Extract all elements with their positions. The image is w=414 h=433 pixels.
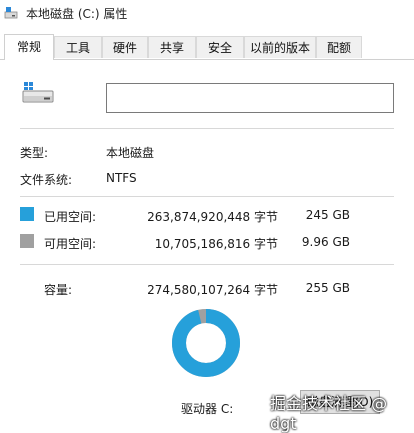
- type-label: 类型:: [20, 146, 49, 160]
- free-space-swatch: [20, 234, 34, 248]
- used-space-bytes: 263,874,920,448 字节: [147, 210, 278, 224]
- usage-used-arc: [172, 309, 240, 377]
- filesystem-value: NTFS: [106, 171, 137, 185]
- filesystem-label: 文件系统:: [20, 173, 73, 187]
- window-title: 本地磁盘 (C:) 属性: [26, 7, 128, 21]
- divider: [20, 128, 394, 129]
- tab-sharing[interactable]: 共享: [148, 36, 196, 58]
- free-space-size: 9.96 GB: [301, 235, 350, 249]
- capacity-label: 容量:: [44, 283, 73, 297]
- divider: [20, 196, 394, 197]
- tab-tools[interactable]: 工具: [54, 36, 102, 58]
- tab-security[interactable]: 安全: [196, 36, 244, 58]
- free-space-label: 可用空间:: [44, 237, 97, 251]
- title-bar: 本地磁盘 (C:) 属性: [0, 0, 414, 30]
- used-space-size: 245 GB: [305, 208, 350, 222]
- capacity-bytes: 274,580,107,264 字节: [147, 283, 278, 297]
- used-space-label: 已用空间:: [44, 210, 97, 224]
- drive-properties-icon: [4, 7, 18, 19]
- drive-letter-label: 驱动器 C:: [181, 402, 234, 416]
- used-space-swatch: [20, 207, 34, 221]
- tab-hardware[interactable]: 硬件: [102, 36, 148, 58]
- capacity-size: 255 GB: [305, 281, 350, 295]
- usage-donut: [172, 309, 240, 377]
- tab-general[interactable]: 常规: [4, 34, 54, 60]
- type-value: 本地磁盘: [106, 146, 155, 160]
- volume-name-input[interactable]: [106, 83, 394, 113]
- hard-drive-icon: [22, 82, 54, 103]
- tab-previous-versions[interactable]: 以前的版本: [244, 36, 316, 58]
- divider: [20, 264, 394, 265]
- watermark: 掘金技术社区 @ dgt: [270, 394, 388, 433]
- tab-bar: 常规 工具 硬件 共享 安全 以前的版本 配额: [0, 34, 414, 60]
- free-space-bytes: 10,705,186,816 字节: [154, 237, 278, 251]
- tab-quota[interactable]: 配额: [316, 36, 362, 58]
